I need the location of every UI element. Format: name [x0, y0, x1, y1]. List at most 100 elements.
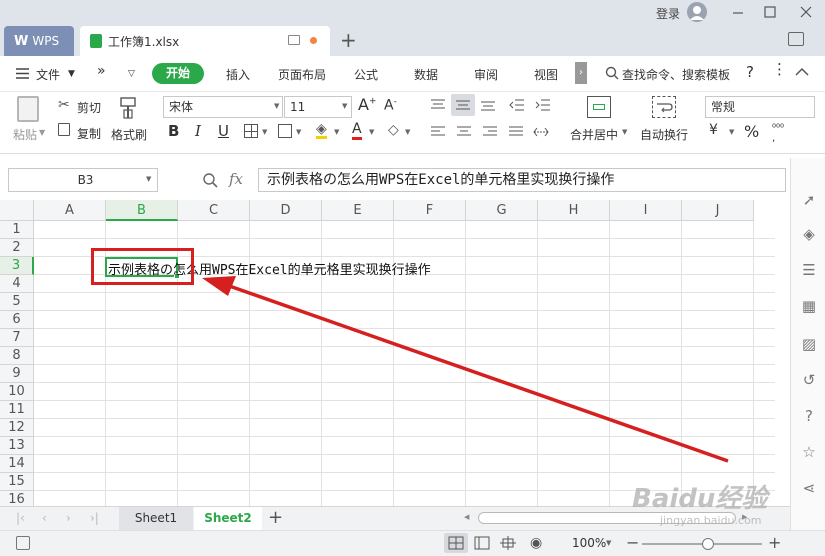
decrease-indent-icon[interactable]: [509, 98, 525, 112]
more-menus-icon[interactable]: »: [97, 63, 106, 79]
paste-icon[interactable]: [17, 96, 39, 122]
paste-button[interactable]: 粘贴: [13, 126, 37, 143]
adjust-icon[interactable]: ☰: [799, 260, 819, 280]
minimize-button[interactable]: [730, 4, 746, 20]
bold-icon[interactable]: B: [168, 122, 179, 140]
cut-button[interactable]: 剪切: [77, 99, 101, 116]
collapse-ribbon-icon[interactable]: [795, 66, 809, 76]
first-sheet-icon[interactable]: |‹: [16, 511, 25, 525]
tab-workbook[interactable]: 工作簿1.xlsx: [80, 26, 330, 56]
currency-dropdown-icon[interactable]: ▼: [729, 128, 734, 136]
menu-file[interactable]: 文件: [36, 66, 60, 83]
italic-icon[interactable]: I: [195, 122, 201, 140]
merge-dropdown-icon[interactable]: ▼: [622, 128, 627, 136]
menu-page-layout[interactable]: 页面布局: [278, 66, 326, 83]
scroll-menu-right-button[interactable]: ›: [575, 62, 587, 84]
normal-view-icon[interactable]: [444, 533, 468, 553]
currency-icon[interactable]: ¥: [709, 122, 718, 138]
pointer-icon[interactable]: ➚: [799, 190, 819, 210]
h-scroll-left-icon[interactable]: ◀: [464, 513, 469, 521]
image-icon[interactable]: ▨: [799, 334, 819, 354]
zoom-level[interactable]: 100%: [572, 536, 606, 550]
clear-format-dropdown-icon[interactable]: ▼: [405, 128, 410, 136]
name-box-dropdown-icon[interactable]: ▼: [146, 175, 151, 183]
history-icon[interactable]: ↺: [799, 370, 819, 390]
name-box[interactable]: B3: [8, 168, 158, 192]
file-dropdown-icon[interactable]: ▼: [68, 69, 75, 79]
formula-input[interactable]: 示例表格の怎么用WPS在Excel的单元格里实现换行操作: [258, 168, 786, 192]
hamburger-icon[interactable]: [16, 68, 29, 79]
align-bottom-icon[interactable]: [480, 98, 496, 112]
spreadsheet-grid[interactable]: ABCDEFGHIJ 1 2 3 4 5 6 7 8 9 10 11 12 13 14 15 16 示例表格の…: [0, 200, 775, 506]
add-sheet-button[interactable]: +: [268, 507, 283, 528]
font-size-dropdown-icon[interactable]: ▼: [342, 102, 347, 110]
merge-center-icon[interactable]: [587, 96, 611, 118]
menu-formulas[interactable]: 公式: [354, 66, 378, 83]
align-right-icon[interactable]: [482, 125, 498, 139]
sidebar-toggle-icon[interactable]: [788, 32, 804, 46]
new-tab-button[interactable]: +: [340, 28, 357, 52]
next-sheet-icon[interactable]: ›: [66, 511, 71, 525]
sheet-tab-2[interactable]: Sheet2: [194, 507, 262, 530]
borders-icon[interactable]: [244, 124, 258, 138]
avatar[interactable]: [687, 2, 707, 22]
cell-style-icon[interactable]: [278, 124, 292, 138]
justify-icon[interactable]: [508, 125, 524, 139]
zoom-formula-icon[interactable]: [202, 172, 218, 188]
merge-center-button[interactable]: 合并居中: [570, 126, 618, 143]
reading-mode-icon[interactable]: ◉: [530, 535, 542, 551]
page-layout-view-icon[interactable]: [474, 536, 490, 550]
zoom-slider-track[interactable]: [642, 538, 762, 550]
distribute-icon[interactable]: [533, 125, 549, 139]
data-check-icon[interactable]: ▦: [799, 296, 819, 316]
align-center-icon[interactable]: [456, 125, 472, 139]
last-sheet-icon[interactable]: ›|: [90, 511, 99, 525]
font-color-icon[interactable]: A: [352, 122, 362, 140]
sheet-tab-1[interactable]: Sheet1: [119, 507, 193, 530]
tab-wps-home[interactable]: W WPS: [4, 26, 74, 56]
menu-view[interactable]: 视图: [534, 66, 558, 83]
increase-font-icon[interactable]: A+: [358, 95, 377, 114]
monitor-icon[interactable]: [288, 35, 300, 45]
font-name-select[interactable]: 宋体: [163, 96, 283, 118]
number-format-select[interactable]: 常规: [705, 96, 815, 118]
underline-icon[interactable]: U: [218, 122, 229, 140]
help-icon[interactable]: ?: [746, 63, 754, 81]
percent-button[interactable]: %: [744, 122, 759, 141]
menu-insert[interactable]: 插入: [226, 66, 250, 83]
wrap-text-button[interactable]: 自动换行: [640, 126, 688, 143]
maximize-button[interactable]: [762, 4, 778, 20]
page-break-view-icon[interactable]: [500, 536, 516, 550]
thousands-icon[interactable]: ⁰⁰⁰,: [772, 124, 784, 144]
align-left-icon[interactable]: [430, 125, 446, 139]
prev-sheet-icon[interactable]: ‹: [42, 511, 47, 525]
paste-dropdown-icon[interactable]: ▼: [39, 128, 45, 137]
macro-icon[interactable]: [16, 536, 30, 550]
function-icon[interactable]: fx: [229, 170, 243, 188]
align-middle-icon[interactable]: [451, 94, 475, 116]
more-options-icon[interactable]: ⋮: [772, 60, 787, 78]
decrease-font-icon[interactable]: A-: [384, 97, 397, 114]
font-color-dropdown-icon[interactable]: ▼: [369, 128, 374, 136]
fill-color-icon[interactable]: ◈: [316, 122, 327, 139]
format-painter-button[interactable]: 格式刷: [111, 126, 147, 143]
font-name-dropdown-icon[interactable]: ▼: [274, 102, 279, 110]
copy-button[interactable]: 复制: [77, 125, 101, 142]
borders-dropdown-icon[interactable]: ▼: [262, 128, 267, 136]
fill-color-dropdown-icon[interactable]: ▼: [334, 128, 339, 136]
clear-format-icon[interactable]: ◇: [388, 122, 399, 138]
quick-dropdown-icon[interactable]: ▽: [128, 69, 135, 79]
search-icon[interactable]: [605, 66, 619, 80]
shapes-icon[interactable]: ◈: [799, 224, 819, 244]
menu-review[interactable]: 审阅: [474, 66, 498, 83]
close-button[interactable]: [798, 4, 814, 20]
cell-style-dropdown-icon[interactable]: ▼: [296, 128, 301, 136]
help-circle-icon[interactable]: ?: [799, 406, 819, 426]
menu-data[interactable]: 数据: [414, 66, 438, 83]
wrap-text-icon[interactable]: [652, 96, 676, 118]
share-icon[interactable]: ⋖: [799, 478, 819, 498]
zoom-slider-thumb[interactable]: [702, 538, 714, 550]
format-painter-icon[interactable]: [118, 96, 140, 120]
login-link[interactable]: 登录: [656, 5, 680, 22]
menu-home[interactable]: 开始: [152, 63, 204, 84]
